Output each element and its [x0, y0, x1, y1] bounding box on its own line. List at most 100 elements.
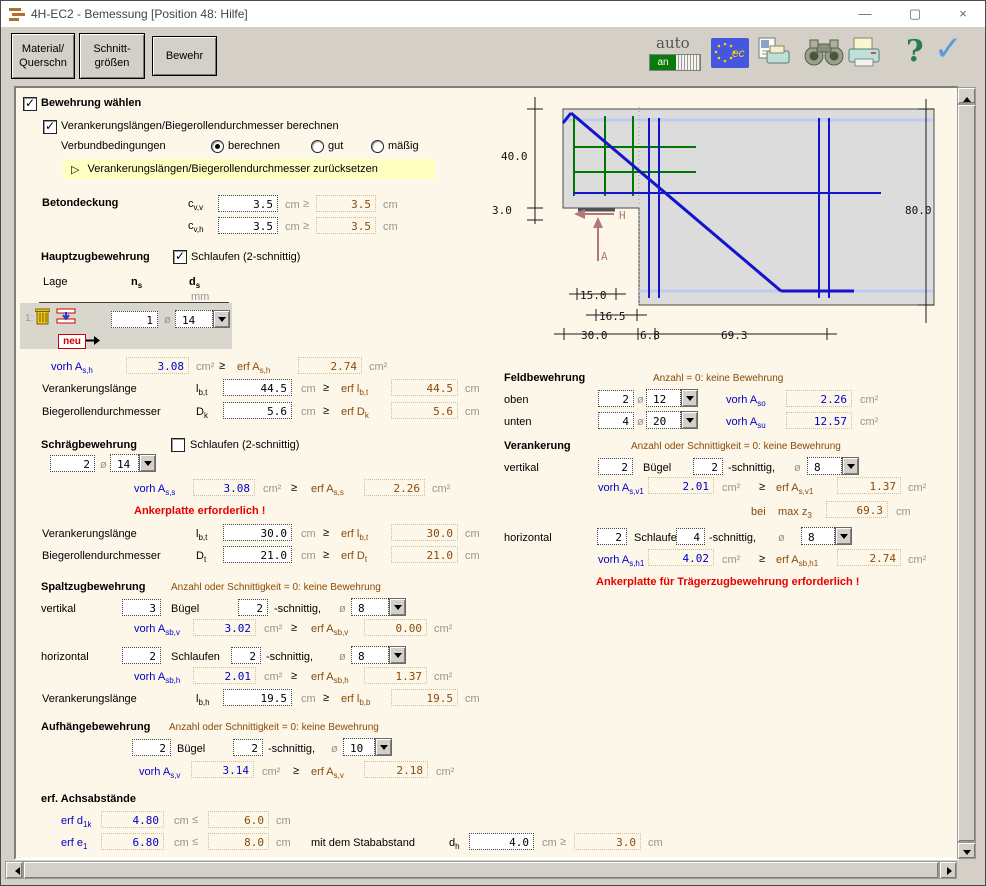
- bond-radio-berechnen[interactable]: [211, 140, 224, 153]
- cvh-input[interactable]: 3.5: [218, 217, 278, 234]
- scroll-up-icon[interactable]: [957, 87, 976, 104]
- dt-input[interactable]: 21.0: [223, 546, 292, 563]
- print-button[interactable]: [847, 37, 881, 68]
- choose-reinforcement-checkbox[interactable]: ✓: [23, 97, 37, 111]
- main-diameter-select[interactable]: 14: [175, 310, 230, 328]
- diagonal-loops-checkbox[interactable]: [171, 438, 185, 452]
- chevron-down-icon[interactable]: [681, 389, 698, 407]
- oben-diameter-select[interactable]: 12: [646, 389, 698, 407]
- chevron-down-icon[interactable]: [681, 411, 698, 429]
- calc-anchorage-checkbox[interactable]: ✓: [43, 120, 57, 134]
- vertical-scrollbar[interactable]: [957, 87, 976, 859]
- ge-sign: ≥: [219, 360, 225, 372]
- chevron-down-icon[interactable]: [389, 598, 406, 616]
- vertical-scroll-thumb[interactable]: [957, 104, 976, 842]
- unten-diameter-select[interactable]: 20: [646, 411, 698, 429]
- bond-maessig-label: mäßig: [388, 140, 419, 152]
- maximize-icon[interactable]: ▢: [893, 1, 937, 27]
- erf-asv1-label: erf As,v1: [776, 482, 813, 496]
- horizontal-scroll-thumb[interactable]: [23, 861, 939, 879]
- title-bar: 4H-EC2 - Bemessung [Position 48: Hilfe] …: [1, 1, 985, 27]
- anch-h-legs-input[interactable]: 4: [676, 528, 705, 545]
- unit-cm2: cm²: [908, 482, 926, 494]
- chevron-down-icon[interactable]: [389, 646, 406, 664]
- suspension-legs-input[interactable]: 2: [233, 739, 263, 756]
- erf-d1k-value: 4.80: [101, 811, 164, 828]
- tab-material-querschnitt[interactable]: Material/Querschn: [11, 33, 75, 79]
- chevron-down-icon[interactable]: [375, 738, 392, 756]
- dim-68: 6.8: [640, 329, 660, 342]
- chevron-down-icon[interactable]: [835, 527, 852, 545]
- reset-anchorage-button[interactable]: ▷ Verankerungslängen/Biegerollendurchmes…: [63, 159, 435, 179]
- anchorage-title: Verankerung: [504, 440, 571, 452]
- insert-row-icon[interactable]: [56, 308, 76, 324]
- bar-count-input[interactable]: 1: [111, 311, 158, 328]
- lbt2-input[interactable]: 30.0: [223, 524, 292, 541]
- close-icon[interactable]: ×: [941, 1, 985, 27]
- tab-bewehrung[interactable]: Bewehr: [152, 36, 217, 76]
- copy-to-printer-button[interactable]: [757, 37, 791, 68]
- search-button[interactable]: [801, 37, 847, 68]
- lbh-input[interactable]: 19.5: [223, 689, 292, 706]
- dim-30: 30.0: [581, 329, 608, 342]
- anch-h-count-input[interactable]: 2: [597, 528, 627, 545]
- suspension-diameter-select[interactable]: 10: [343, 738, 392, 756]
- diagonal-count-input[interactable]: 2: [50, 455, 95, 472]
- unit-cm: cm: [301, 693, 316, 705]
- unit-cm: cm: [276, 837, 291, 849]
- anch-v-diameter-select[interactable]: 8: [807, 457, 859, 475]
- main-loops-checkbox[interactable]: ✓: [173, 250, 187, 264]
- document-printer-icon: [757, 37, 791, 68]
- lbt-input[interactable]: 44.5: [223, 379, 292, 396]
- splitting-v-legs-input[interactable]: 2: [238, 599, 268, 616]
- oben-count-input[interactable]: 2: [598, 390, 634, 407]
- splitting-h-legs-input[interactable]: 2: [231, 647, 261, 664]
- splitting-v-count-input[interactable]: 3: [122, 599, 161, 616]
- ge-sign: ≥: [323, 382, 329, 394]
- diagonal-diameter-select[interactable]: 14: [110, 454, 156, 472]
- beam-outline: [563, 109, 934, 305]
- new-row-button[interactable]: neu: [58, 334, 86, 349]
- dh-input[interactable]: 4.0: [469, 833, 534, 850]
- anch-v-legs-input[interactable]: 2: [693, 458, 723, 475]
- tab-schnittgroessen[interactable]: Schnitt-größen: [79, 33, 145, 79]
- bond-radio-maessig[interactable]: [371, 140, 384, 153]
- minimize-icon[interactable]: —: [843, 1, 887, 27]
- dk-input[interactable]: 5.6: [223, 402, 292, 419]
- ge-sign: ≥: [303, 220, 309, 232]
- splitting-h-diameter-select[interactable]: 8: [351, 646, 406, 664]
- chevron-down-icon[interactable]: [139, 454, 156, 472]
- suspension-count-input[interactable]: 2: [132, 739, 171, 756]
- anchorage-horizontal-label: horizontal: [504, 532, 552, 544]
- anch-h-diameter-select[interactable]: 8: [801, 527, 852, 545]
- unit-cm2: cm²: [434, 671, 452, 683]
- anch-v-count-input[interactable]: 2: [598, 458, 633, 475]
- scroll-left-icon[interactable]: [5, 861, 23, 879]
- erf-asbh1-label: erf Asb,h1: [776, 554, 818, 568]
- scroll-down-icon[interactable]: [957, 842, 976, 859]
- unit-cm2: cm²: [262, 766, 280, 778]
- splitting-h-count-input[interactable]: 2: [122, 647, 161, 664]
- anchorage-note: Anzahl oder Schnittigkeit = 0: keine Bew…: [631, 441, 841, 452]
- cvh-symbol: cv,h: [188, 220, 204, 234]
- scroll-right-icon[interactable]: [939, 861, 957, 879]
- eurocode-button[interactable]: ec: [711, 38, 749, 68]
- delete-row-icon[interactable]: [35, 307, 50, 325]
- form-area: ✓ Bewehrung wählen ✓ Verankerungslängen/…: [15, 89, 956, 857]
- auto-toggle[interactable]: an: [649, 54, 701, 71]
- cvv-input[interactable]: 3.5: [218, 195, 278, 212]
- confirm-icon[interactable]: ✓: [934, 29, 963, 69]
- help-icon[interactable]: ?: [906, 34, 924, 69]
- chevron-down-icon[interactable]: [842, 457, 859, 475]
- choose-reinforcement-label: Bewehrung wählen: [41, 97, 141, 109]
- splitting-v-diameter-select[interactable]: 8: [351, 598, 406, 616]
- horizontal-scrollbar[interactable]: [5, 861, 957, 879]
- d1k-max-value: 6.0: [208, 811, 269, 828]
- unten-count-input[interactable]: 4: [598, 412, 634, 429]
- app-window: 4H-EC2 - Bemessung [Position 48: Hilfe] …: [0, 0, 986, 886]
- chevron-down-icon[interactable]: [213, 310, 230, 328]
- unit-cm: cm: [896, 506, 911, 518]
- anchor-plate-beam-warning: Ankerplatte für Trägerzugbewehrung erfor…: [596, 576, 859, 588]
- erf-asbh-value: 1.37: [364, 667, 427, 684]
- bond-radio-gut[interactable]: [311, 140, 324, 153]
